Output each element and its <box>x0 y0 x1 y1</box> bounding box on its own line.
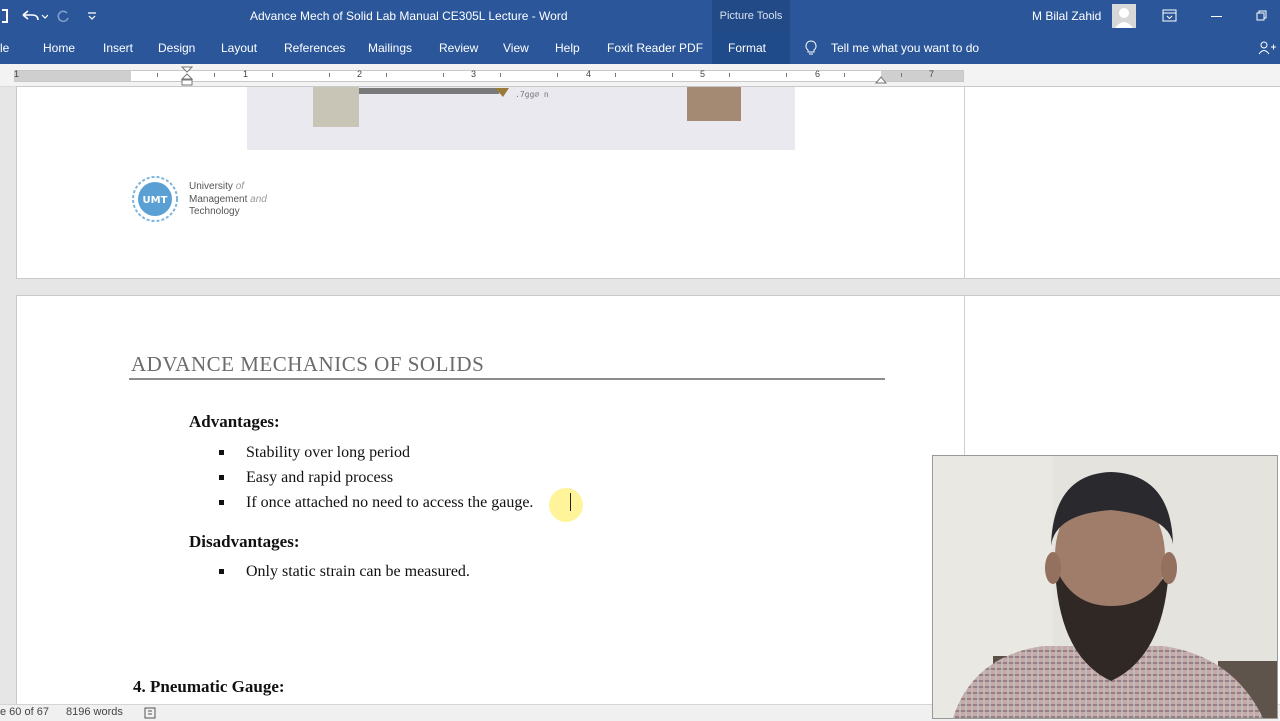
tab-layout[interactable]: Layout <box>221 32 257 64</box>
undo-icon[interactable] <box>20 8 48 24</box>
tab-file[interactable]: le <box>0 32 9 64</box>
section-heading-partial: 4. Pneumatic Gauge: <box>133 677 285 696</box>
bullet <box>219 500 224 505</box>
svg-text:.7gg⌀ n: .7gg⌀ n <box>515 90 549 99</box>
header-rule <box>129 378 885 380</box>
ruler-number: 1 <box>243 69 249 79</box>
save-icon[interactable] <box>2 9 8 23</box>
horizontal-ruler[interactable]: 1 1 2 3 4 5 6 7 <box>0 64 1280 87</box>
tab-mailings[interactable]: Mailings <box>368 32 412 64</box>
tab-foxit-reader-pdf[interactable]: Foxit Reader PDF <box>607 32 703 64</box>
ruler-number: 3 <box>471 69 477 79</box>
restore-icon[interactable] <box>1256 10 1268 22</box>
tab-home[interactable]: Home <box>43 32 75 64</box>
ribbon-tabs: le Home Insert Design Layout References … <box>0 32 1280 64</box>
user-name[interactable]: M Bilal Zahid <box>1032 0 1101 32</box>
list-item: If once attached no need to access the g… <box>246 494 534 511</box>
title-bar: Advance Mech of Solid Lab Manual CE305L … <box>0 0 1280 32</box>
list-item: Easy and rapid process <box>246 469 394 486</box>
tab-insert[interactable]: Insert <box>103 32 133 64</box>
lightbulb-icon <box>805 40 817 55</box>
ruler-number: 5 <box>700 69 706 79</box>
ruler-right-margin <box>881 71 963 81</box>
customize-toolbar-icon[interactable] <box>86 10 98 22</box>
redo-icon[interactable] <box>55 8 71 24</box>
list-item: Only static strain can be measured. <box>246 563 470 580</box>
right-indent-marker-icon[interactable] <box>875 73 887 85</box>
webcam-overlay <box>932 455 1278 719</box>
tab-references[interactable]: References <box>284 32 345 64</box>
avatar[interactable] <box>1112 4 1136 28</box>
tell-me-search[interactable]: Tell me what you want to do <box>831 32 979 64</box>
tab-view[interactable]: View <box>503 32 529 64</box>
ruler-number: 2 <box>357 69 363 79</box>
document-title: Advance Mech of Solid Lab Manual CE305L … <box>250 9 568 23</box>
page-count[interactable]: e 60 of 67 <box>0 706 49 718</box>
disadvantages-heading: Disadvantages: <box>189 532 300 551</box>
ruler-number: 1 <box>14 69 20 79</box>
presenter-video <box>933 456 1277 718</box>
ruler-number: 4 <box>586 69 592 79</box>
list-item: Stability over long period <box>246 444 410 461</box>
bullet <box>219 475 224 480</box>
tab-design[interactable]: Design <box>158 32 195 64</box>
tab-format[interactable]: Format <box>712 32 790 64</box>
picture-tools-label: Picture Tools <box>712 0 790 32</box>
strain-gauge-image[interactable]: .7gg⌀ n <box>247 87 795 150</box>
ruler-number: 7 <box>929 69 935 79</box>
share-icon[interactable] <box>1258 41 1276 55</box>
indent-marker-icon[interactable] <box>181 66 193 86</box>
tab-review[interactable]: Review <box>439 32 478 64</box>
minimize-icon[interactable] <box>1211 16 1222 17</box>
proofing-icon[interactable] <box>144 707 158 719</box>
bullet <box>219 450 224 455</box>
university-logo-text: University of Management and Technology <box>189 181 267 217</box>
ribbon-display-options-icon[interactable] <box>1162 9 1178 23</box>
ruler-number: 6 <box>815 69 821 79</box>
word-count[interactable]: 8196 words <box>66 706 123 718</box>
tab-help[interactable]: Help <box>555 32 580 64</box>
advantages-heading: Advantages: <box>189 412 280 431</box>
bullet <box>219 569 224 574</box>
text-cursor-icon <box>570 493 571 511</box>
cursor-highlight <box>549 488 583 522</box>
logo-badge-text: UMT <box>143 195 168 206</box>
document-page-previous: .7gg⌀ n UMT University of Management and… <box>16 86 1280 279</box>
ruler-left-margin <box>15 71 131 81</box>
page-header-title: ADVANCE MECHANICS OF SOLIDS <box>131 352 485 376</box>
umt-logo-icon: UMT <box>132 176 178 222</box>
